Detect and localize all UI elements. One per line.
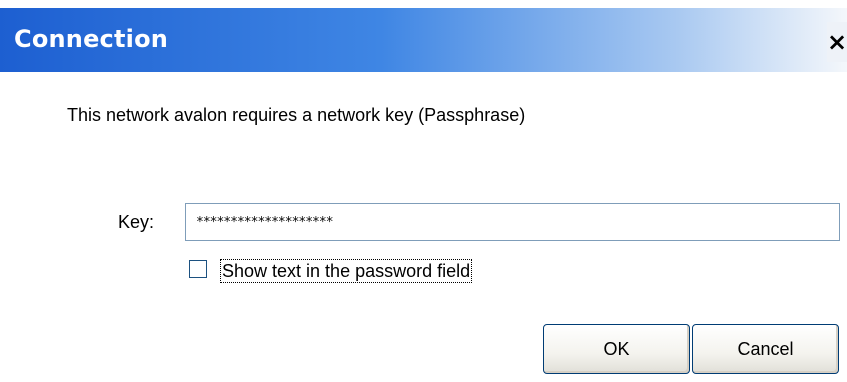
key-label: Key: [118,212,155,232]
network-key-message: This network avalon requires a network k… [67,105,526,125]
close-icon[interactable]: × [827,22,847,62]
connection-dialog: Connection × This network avalon require… [0,0,847,382]
show-text-checkbox[interactable] [189,260,207,278]
network-key-input[interactable] [185,203,840,241]
show-text-label[interactable]: Show text in the password field [220,259,473,283]
ok-button[interactable]: OK [543,324,690,374]
window-title: Connection [14,25,169,53]
title-bar[interactable]: Connection × [0,8,847,72]
cancel-button[interactable]: Cancel [692,324,839,374]
